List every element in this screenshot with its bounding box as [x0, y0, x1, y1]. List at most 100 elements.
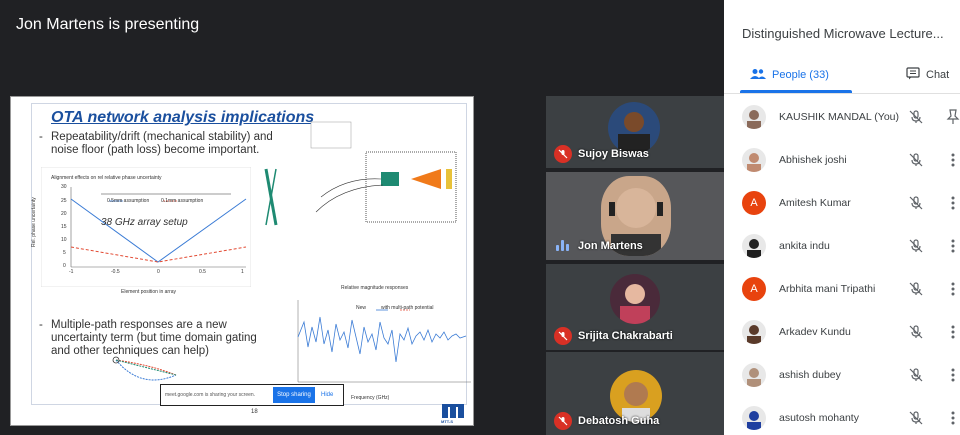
chart1-legend-solid: 0.5mm assumption — [107, 198, 150, 204]
participant-list-item[interactable]: ankita indu — [724, 225, 960, 267]
chart1-ylabel: Rel. phase uncertainty — [31, 197, 37, 247]
participant-tile[interactable]: Sujoy Biswas — [546, 96, 724, 168]
avatar — [742, 363, 766, 387]
avatar — [742, 406, 766, 430]
participant-tile[interactable]: Jon Martens — [546, 172, 724, 260]
pin-icon[interactable] — [946, 109, 960, 125]
people-icon — [750, 68, 766, 83]
avatar: A — [742, 191, 766, 215]
tab-people-label: People (33) — [772, 69, 829, 81]
y-tick: 30 — [61, 184, 67, 190]
magnitude-response-chart — [297, 300, 471, 383]
chart1-overlay-label: 38 GHz array setup — [101, 217, 188, 228]
more-options-icon[interactable] — [946, 410, 960, 426]
participant-list-name: asutosh mohanty — [779, 412, 859, 424]
y-tick: 0 — [63, 263, 66, 269]
meeting-title: Distinguished Microwave Lecture... — [742, 26, 944, 41]
hide-sharebar-button[interactable]: Hide — [321, 392, 333, 398]
x-tick: -1 — [69, 269, 74, 275]
y-tick: 15 — [61, 224, 67, 230]
bullet-dash: - — [39, 131, 43, 143]
y-tick: 5 — [63, 250, 66, 256]
chat-icon — [906, 67, 920, 83]
x-tick: 0.5 — [199, 269, 206, 275]
bullet-2-text: Multiple-path responses are a new uncert… — [51, 319, 257, 357]
participant-name: Jon Martens — [578, 240, 643, 252]
mic-off-icon — [554, 145, 572, 163]
mic-off-icon — [908, 195, 924, 211]
bullet-dash: - — [39, 319, 43, 331]
more-options-icon[interactable] — [946, 324, 960, 340]
more-options-icon[interactable] — [946, 195, 960, 211]
speaking-indicator-icon — [556, 239, 570, 251]
more-options-icon[interactable] — [946, 238, 960, 254]
chart2-legend-multipath: with multi-path potential — [381, 305, 434, 311]
chart2-legend-new: New — [356, 305, 367, 311]
x-tick: 0 — [157, 269, 160, 275]
chart2-xlabel: Frequency (GHz) — [351, 395, 390, 401]
participant-list-item[interactable]: ashish dubey — [724, 354, 960, 396]
participant-list-name: Arbhita mani Tripathi — [779, 283, 876, 295]
mic-off-icon — [908, 281, 924, 297]
tab-people[interactable]: People (33) — [750, 64, 829, 86]
chart1-legend-dashed: 0.1mm assumption — [161, 198, 204, 204]
slide-bullet-2: - Multiple-path responses are a new unce… — [39, 319, 269, 358]
participant-list-item[interactable]: A Arbhita mani Tripathi — [724, 268, 960, 310]
tab-chat[interactable]: Chat — [906, 64, 949, 86]
mic-off-icon — [554, 412, 572, 430]
chart1-xlabel: Element position in array — [121, 289, 177, 295]
avatar — [742, 320, 766, 344]
y-tick: 25 — [61, 198, 67, 204]
participant-list-item[interactable]: Arkadev Kundu — [724, 311, 960, 353]
participant-photo — [608, 102, 660, 154]
logo-text: MTT-S — [441, 419, 453, 424]
y-tick: 20 — [61, 211, 67, 217]
participant-list-name: Abhishek joshi — [779, 154, 847, 166]
chart2-title: Relative magnitude responses — [341, 285, 409, 291]
participant-photo — [610, 274, 660, 324]
participant-list-item[interactable]: Abhishek joshi — [724, 139, 960, 181]
side-panel: Distinguished Microwave Lecture... Peopl… — [724, 0, 960, 435]
participant-name: Srijita Chakrabarti — [578, 330, 673, 342]
mic-off-icon — [908, 367, 924, 383]
share-message: meet.google.com is sharing your screen. — [165, 392, 256, 398]
participant-list-item[interactable]: asutosh mohanty — [724, 397, 960, 435]
screen-share-bar: meet.google.com is sharing your screen. … — [160, 384, 344, 406]
mic-off-icon — [554, 327, 572, 345]
participant-list-name: ankita indu — [779, 240, 830, 252]
ota-setup-diagram — [310, 121, 457, 223]
x-tick: 1 — [241, 269, 244, 275]
mic-off-icon — [908, 152, 924, 168]
participant-name: Debatosh Guha — [578, 415, 660, 427]
participant-tile[interactable]: Debatosh Guha — [546, 352, 724, 435]
more-options-icon[interactable] — [946, 152, 960, 168]
tab-chat-label: Chat — [926, 69, 950, 81]
antenna-array-illustration — [264, 168, 278, 226]
mic-off-icon — [908, 109, 924, 125]
x-tick: -0.5 — [111, 269, 120, 275]
participant-list-item[interactable]: A Amitesh Kumar — [724, 182, 960, 224]
participant-name: Sujoy Biswas — [578, 148, 649, 160]
avatar — [742, 234, 766, 258]
participant-list-name: Amitesh Kumar — [779, 197, 851, 209]
presenting-label: Jon Martens is presenting — [16, 16, 200, 33]
more-options-icon[interactable] — [946, 367, 960, 383]
mic-off-icon — [908, 410, 924, 426]
bullet-1-text: Repeatability/drift (mechanical stabilit… — [51, 131, 273, 156]
stop-sharing-button[interactable]: Stop sharing — [273, 387, 315, 403]
avatar — [742, 105, 766, 129]
participant-list-name: KAUSHIK MANDAL (You) — [779, 111, 900, 123]
response-trace — [297, 316, 467, 363]
participant-list-item[interactable]: KAUSHIK MANDAL (You) — [724, 96, 960, 138]
participant-tile[interactable]: Srijita Chakrabarti — [546, 264, 724, 350]
participant-list-name: ashish dubey — [779, 369, 841, 381]
participant-list-name: Arkadev Kundu — [779, 326, 851, 338]
presentation-stage: Jon Martens is presenting OTA network an… — [0, 0, 724, 435]
slide-title: OTA network analysis implications — [51, 109, 315, 126]
avatar: A — [742, 277, 766, 301]
shared-slide: OTA network analysis implications - Repe… — [10, 96, 474, 426]
more-options-icon[interactable] — [946, 281, 960, 297]
slide-page-number: 18 — [251, 409, 258, 415]
avatar — [742, 148, 766, 172]
chart1-title: Alignment effects on rel relative phase … — [51, 175, 162, 181]
